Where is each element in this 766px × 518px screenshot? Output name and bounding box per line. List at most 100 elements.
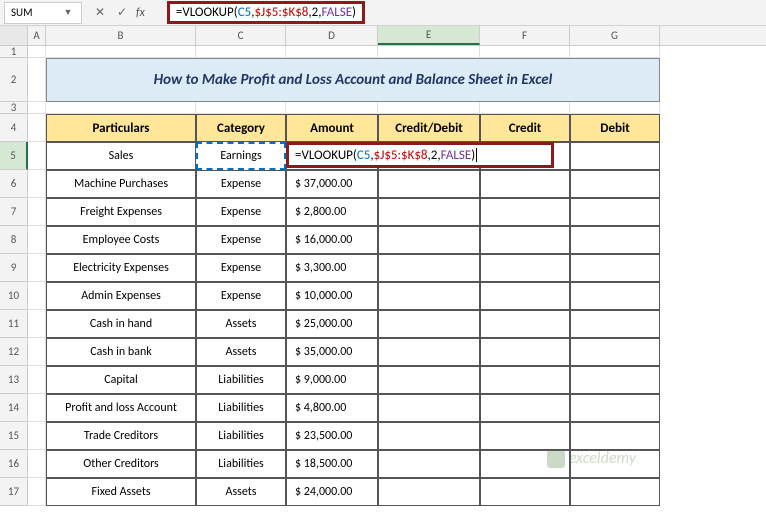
header-particulars[interactable]: Particulars xyxy=(46,114,196,142)
cell-B5[interactable]: Sales xyxy=(46,142,196,170)
cell-C1[interactable] xyxy=(196,46,286,58)
cell-C6[interactable]: Expense xyxy=(196,170,286,198)
cell-E7[interactable] xyxy=(378,198,480,226)
cell-G9[interactable] xyxy=(570,254,660,282)
cell-A12[interactable] xyxy=(28,338,46,366)
cell-D14[interactable]: $ 4,800.00 xyxy=(286,394,378,422)
header-credit[interactable]: Credit xyxy=(480,114,570,142)
cell-A7[interactable] xyxy=(28,198,46,226)
cell-E10[interactable] xyxy=(378,282,480,310)
cell-C8[interactable]: Expense xyxy=(196,226,286,254)
cell-G14[interactable] xyxy=(570,394,660,422)
cell-D11[interactable]: $ 25,000.00 xyxy=(286,310,378,338)
cell-A3[interactable] xyxy=(28,102,46,114)
cell-D9[interactable]: $ 3,300.00 xyxy=(286,254,378,282)
row-header-12[interactable]: 12 xyxy=(0,338,28,366)
cell-B6[interactable]: Machine Purchases xyxy=(46,170,196,198)
cell-D6[interactable]: $ 37,000.00 xyxy=(286,170,378,198)
cell-A2[interactable] xyxy=(28,58,46,102)
cell-C7[interactable]: Expense xyxy=(196,198,286,226)
cell-E11[interactable] xyxy=(378,310,480,338)
cell-E3[interactable] xyxy=(378,102,480,114)
cell-G11[interactable] xyxy=(570,310,660,338)
cell-B9[interactable]: Electricity Expenses xyxy=(46,254,196,282)
cell-E1[interactable] xyxy=(378,46,480,58)
cell-G16[interactable] xyxy=(570,450,660,478)
cell-A8[interactable] xyxy=(28,226,46,254)
cell-A9[interactable] xyxy=(28,254,46,282)
cell-F16[interactable] xyxy=(480,450,570,478)
cell-G13[interactable] xyxy=(570,366,660,394)
cell-B8[interactable]: Employee Costs xyxy=(46,226,196,254)
col-header-C[interactable]: C xyxy=(196,26,286,45)
row-header-1[interactable]: 1 xyxy=(0,46,28,58)
cell-D7[interactable]: $ 2,800.00 xyxy=(286,198,378,226)
row-header-3[interactable]: 3 xyxy=(0,102,28,114)
cell-B14[interactable]: Profit and loss Account xyxy=(46,394,196,422)
col-header-D[interactable]: D xyxy=(286,26,378,45)
cell-E13[interactable] xyxy=(378,366,480,394)
cell-B15[interactable]: Trade Creditors xyxy=(46,422,196,450)
cell-G10[interactable] xyxy=(570,282,660,310)
col-header-B[interactable]: B xyxy=(46,26,196,45)
cell-G17[interactable] xyxy=(570,478,660,506)
cell-A1[interactable] xyxy=(28,46,46,58)
cell-B17[interactable]: Fixed Assets xyxy=(46,478,196,506)
cancel-icon[interactable]: ✕ xyxy=(92,5,108,21)
cell-F17[interactable] xyxy=(480,478,570,506)
header-amount[interactable]: Amount xyxy=(286,114,378,142)
cell-F15[interactable] xyxy=(480,422,570,450)
cell-B3[interactable] xyxy=(46,102,196,114)
cell-E14[interactable] xyxy=(378,394,480,422)
select-all-corner[interactable] xyxy=(0,26,28,45)
cell-A13[interactable] xyxy=(28,366,46,394)
cell-C17[interactable]: Assets xyxy=(196,478,286,506)
cell-E12[interactable] xyxy=(378,338,480,366)
cell-E16[interactable] xyxy=(378,450,480,478)
cell-C5[interactable]: Earnings xyxy=(196,142,286,170)
cell-A17[interactable] xyxy=(28,478,46,506)
cell-F13[interactable] xyxy=(480,366,570,394)
col-header-E[interactable]: E xyxy=(378,26,480,45)
cell-C14[interactable]: Liabilities xyxy=(196,394,286,422)
cell-C12[interactable]: Assets xyxy=(196,338,286,366)
cell-F3[interactable] xyxy=(480,102,570,114)
row-header-11[interactable]: 11 xyxy=(0,310,28,338)
row-header-10[interactable]: 10 xyxy=(0,282,28,310)
cell-B7[interactable]: Freight Expenses xyxy=(46,198,196,226)
name-box[interactable]: SUM ▼ xyxy=(4,2,82,24)
row-header-5[interactable]: 5 xyxy=(0,142,28,170)
cell-F9[interactable] xyxy=(480,254,570,282)
row-header-6[interactable]: 6 xyxy=(0,170,28,198)
cell-A5[interactable] xyxy=(28,142,46,170)
cell-D15[interactable]: $ 23,500.00 xyxy=(286,422,378,450)
cell-D16[interactable]: $ 18,500.00 xyxy=(286,450,378,478)
cell-B10[interactable]: Admin Expenses xyxy=(46,282,196,310)
cell-C15[interactable]: Liabilities xyxy=(196,422,286,450)
cell-B12[interactable]: Cash in bank xyxy=(46,338,196,366)
cell-B16[interactable]: Other Creditors xyxy=(46,450,196,478)
row-header-2[interactable]: 2 xyxy=(0,58,28,102)
formula-input[interactable]: = VLOOKUP( C5 , $J$5:$K$8 , 2 , FALSE ) xyxy=(167,1,365,24)
cell-F10[interactable] xyxy=(480,282,570,310)
cell-G3[interactable] xyxy=(570,102,660,114)
col-header-G[interactable]: G xyxy=(570,26,660,45)
row-header-15[interactable]: 15 xyxy=(0,422,28,450)
enter-icon[interactable]: ✓ xyxy=(114,5,130,21)
cell-E15[interactable] xyxy=(378,422,480,450)
cell-C3[interactable] xyxy=(196,102,286,114)
fx-icon[interactable]: fx xyxy=(136,6,153,20)
name-box-dropdown-icon[interactable]: ▼ xyxy=(61,7,75,18)
row-header-16[interactable]: 16 xyxy=(0,450,28,478)
cell-G1[interactable] xyxy=(570,46,660,58)
cell-B1[interactable] xyxy=(46,46,196,58)
row-header-8[interactable]: 8 xyxy=(0,226,28,254)
cell-F6[interactable] xyxy=(480,170,570,198)
cell-G6[interactable] xyxy=(570,170,660,198)
cell-B13[interactable]: Capital xyxy=(46,366,196,394)
cell-D13[interactable]: $ 9,000.00 xyxy=(286,366,378,394)
cell-D12[interactable]: $ 35,000.00 xyxy=(286,338,378,366)
row-header-13[interactable]: 13 xyxy=(0,366,28,394)
row-header-14[interactable]: 14 xyxy=(0,394,28,422)
header-category[interactable]: Category xyxy=(196,114,286,142)
